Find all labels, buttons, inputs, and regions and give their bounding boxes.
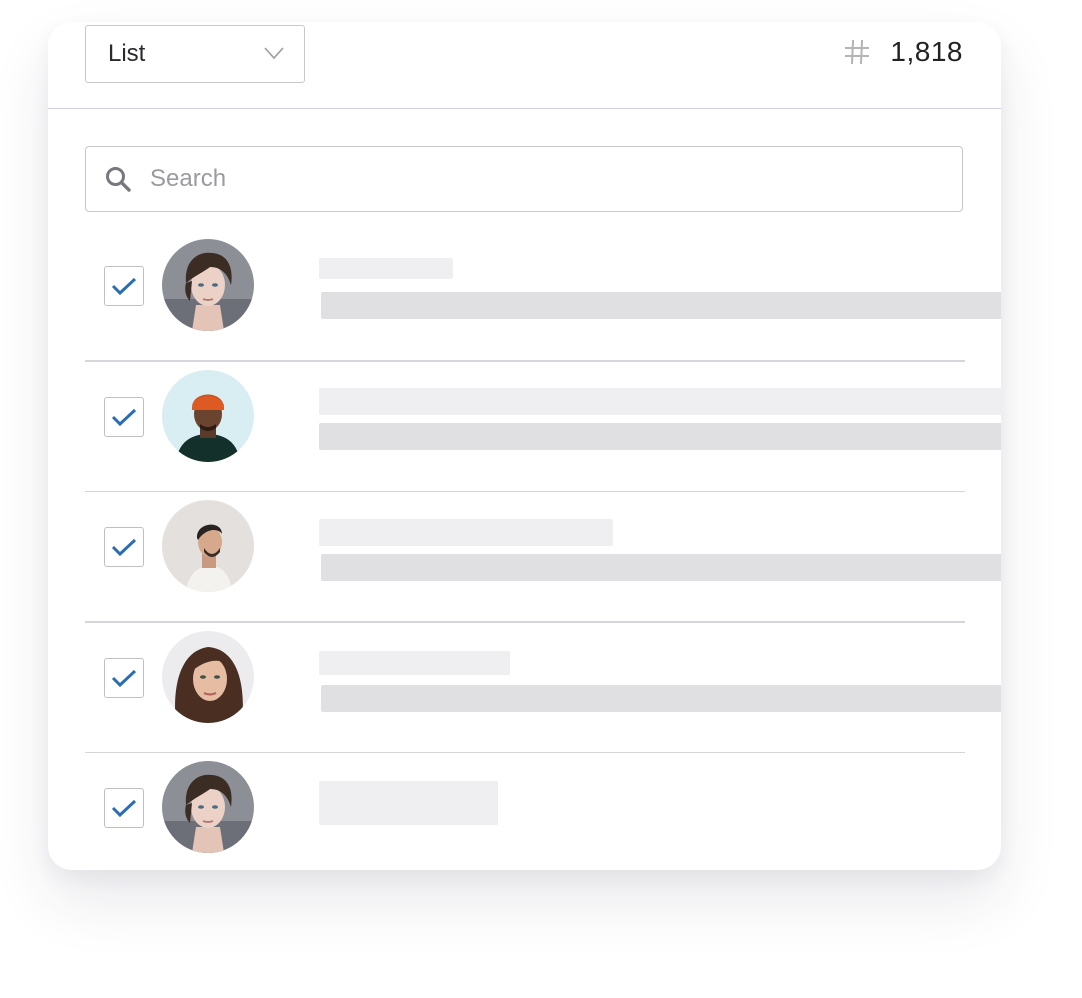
list-item[interactable] [85,492,1001,623]
man-turtleneck-avatar [162,500,254,592]
search-box[interactable] [85,146,963,212]
chevron-down-icon [264,47,284,60]
list-item[interactable] [85,753,965,870]
contact-list [85,231,1001,870]
detail-placeholder [321,684,1001,712]
name-placeholder [319,781,498,825]
row-checkbox[interactable] [104,657,144,698]
avatar [162,630,254,723]
search-input[interactable] [150,165,910,193]
contact-count: 1,818 [844,36,963,68]
contacts-card: List 1,818 [48,22,1001,870]
name-placeholder [319,650,510,675]
count-value: 1,818 [890,36,963,67]
list-item[interactable] [85,231,1001,362]
list-select[interactable]: List [85,25,305,83]
checkmark-icon [111,669,137,687]
checkmark-icon [111,277,137,296]
woman-short-hair-avatar [162,761,254,853]
list-select-value: List [108,40,146,67]
hash-icon [845,39,870,65]
avatar [162,369,254,462]
row-checkbox[interactable] [104,788,144,828]
list-item[interactable] [85,362,1001,493]
avatar [162,239,254,331]
row-checkbox[interactable] [104,396,144,437]
list-item[interactable] [85,623,1001,754]
name-placeholder [319,519,613,546]
detail-placeholder [319,422,1001,450]
detail-placeholder [321,554,1001,581]
checkmark-icon [111,408,137,426]
woman-long-hair-avatar [162,630,254,723]
name-placeholder [319,387,1001,415]
avatar [162,761,254,853]
avatar [162,500,254,592]
search-icon [106,167,131,192]
man-beanie-avatar [162,369,254,462]
detail-placeholder [321,292,1001,319]
row-checkbox[interactable] [104,266,144,306]
checkmark-icon [111,538,137,557]
card-header: List 1,818 [48,22,1001,109]
row-checkbox[interactable] [104,527,144,567]
woman-short-hair-avatar [162,239,254,331]
name-placeholder [319,258,453,279]
checkmark-icon [111,799,137,818]
